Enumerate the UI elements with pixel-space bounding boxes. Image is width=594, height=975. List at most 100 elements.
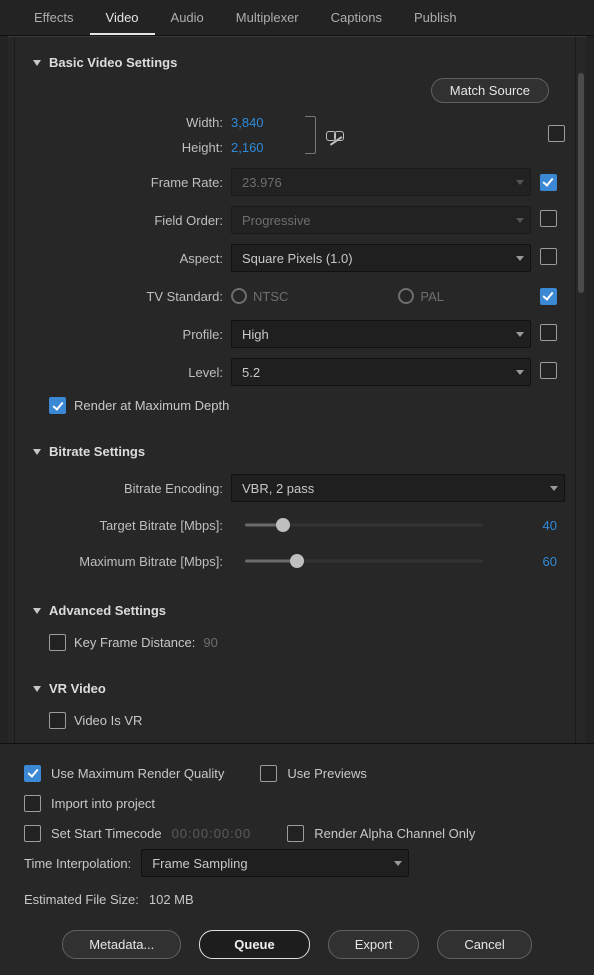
- chevron-down-icon: [33, 60, 41, 66]
- profile-label: Profile:: [33, 327, 231, 342]
- use-previews-label: Use Previews: [287, 766, 366, 781]
- frame-rate-match-checkbox[interactable]: [540, 174, 557, 191]
- tab-video[interactable]: Video: [90, 2, 155, 35]
- aspect-value: Square Pixels (1.0): [242, 251, 353, 266]
- tv-ntsc-radio[interactable]: NTSC: [231, 288, 288, 304]
- tab-multiplexer[interactable]: Multiplexer: [220, 2, 315, 35]
- section-bitrate-label: Bitrate Settings: [49, 444, 145, 459]
- chevron-down-icon: [33, 608, 41, 614]
- field-order-match-checkbox[interactable]: [540, 210, 557, 227]
- tab-audio[interactable]: Audio: [155, 2, 220, 35]
- bitrate-encoding-dropdown[interactable]: VBR, 2 pass: [231, 474, 565, 502]
- section-advanced[interactable]: Advanced Settings: [33, 589, 565, 628]
- tv-ntsc-label: NTSC: [253, 289, 288, 304]
- profile-dropdown[interactable]: High: [231, 320, 531, 348]
- bitrate-encoding-label: Bitrate Encoding:: [33, 481, 231, 496]
- level-match-checkbox[interactable]: [540, 362, 557, 379]
- time-interpolation-dropdown[interactable]: Frame Sampling: [141, 849, 409, 877]
- time-interpolation-label: Time Interpolation:: [24, 856, 131, 871]
- aspect-match-checkbox[interactable]: [540, 248, 557, 265]
- width-value[interactable]: 3,840: [231, 115, 291, 130]
- max-bitrate-slider[interactable]: [245, 551, 483, 571]
- match-source-button[interactable]: Match Source: [431, 78, 549, 103]
- use-max-render-quality-checkbox[interactable]: [24, 765, 41, 782]
- use-previews-checkbox[interactable]: [260, 765, 277, 782]
- key-frame-distance-label: Key Frame Distance:: [74, 635, 195, 650]
- estimated-file-size-label: Estimated File Size:: [24, 892, 139, 907]
- target-bitrate-value[interactable]: 40: [497, 518, 565, 533]
- chevron-down-icon: [394, 861, 402, 866]
- chevron-down-icon: [33, 449, 41, 455]
- key-frame-distance-value: 90: [203, 635, 217, 650]
- key-frame-distance-checkbox[interactable]: [49, 634, 66, 651]
- unlink-icon[interactable]: [326, 128, 344, 142]
- radio-icon: [231, 288, 247, 304]
- profile-value: High: [242, 327, 269, 342]
- start-timecode-value: 00:00:00:00: [172, 826, 252, 841]
- width-label: Width:: [33, 115, 231, 130]
- video-is-vr-checkbox[interactable]: [49, 712, 66, 729]
- level-dropdown[interactable]: 5.2: [231, 358, 531, 386]
- section-advanced-label: Advanced Settings: [49, 603, 166, 618]
- aspect-label: Aspect:: [33, 251, 231, 266]
- section-vr[interactable]: VR Video: [33, 667, 565, 706]
- chevron-down-icon: [516, 370, 524, 375]
- section-basic-video-label: Basic Video Settings: [49, 55, 177, 70]
- target-bitrate-label: Target Bitrate [Mbps]:: [33, 518, 231, 533]
- main-scrollbar[interactable]: [578, 43, 584, 737]
- tab-publish[interactable]: Publish: [398, 2, 473, 35]
- chevron-down-icon: [516, 332, 524, 337]
- render-alpha-label: Render Alpha Channel Only: [314, 826, 475, 841]
- bitrate-encoding-value: VBR, 2 pass: [242, 481, 314, 496]
- metadata-button[interactable]: Metadata...: [62, 930, 181, 959]
- height-value[interactable]: 2,160: [231, 140, 291, 155]
- tv-pal-label: PAL: [420, 289, 444, 304]
- cancel-button[interactable]: Cancel: [437, 930, 531, 959]
- import-into-project-checkbox[interactable]: [24, 795, 41, 812]
- chevron-down-icon: [516, 180, 524, 185]
- level-label: Level:: [33, 365, 231, 380]
- aspect-dropdown[interactable]: Square Pixels (1.0): [231, 244, 531, 272]
- radio-icon: [398, 288, 414, 304]
- height-label: Height:: [33, 140, 231, 155]
- estimated-file-size-value: 102 MB: [149, 892, 194, 907]
- field-order-label: Field Order:: [33, 213, 231, 228]
- target-bitrate-slider[interactable]: [245, 515, 483, 535]
- frame-rate-label: Frame Rate:: [33, 175, 231, 190]
- field-order-dropdown[interactable]: Progressive: [231, 206, 531, 234]
- dimension-bracket: [305, 116, 316, 154]
- profile-match-checkbox[interactable]: [540, 324, 557, 341]
- import-into-project-label: Import into project: [51, 796, 155, 811]
- video-is-vr-label: Video Is VR: [74, 713, 142, 728]
- tv-pal-radio[interactable]: PAL: [398, 288, 444, 304]
- render-alpha-checkbox[interactable]: [287, 825, 304, 842]
- time-interpolation-value: Frame Sampling: [152, 856, 247, 871]
- set-start-timecode-checkbox[interactable]: [24, 825, 41, 842]
- section-basic-video[interactable]: Basic Video Settings: [33, 41, 565, 80]
- dimensions-match-checkbox[interactable]: [548, 125, 565, 142]
- render-max-depth-checkbox[interactable]: [49, 397, 66, 414]
- chevron-down-icon: [516, 218, 524, 223]
- section-bitrate[interactable]: Bitrate Settings: [33, 430, 565, 469]
- queue-button[interactable]: Queue: [199, 930, 309, 959]
- tab-effects[interactable]: Effects: [18, 2, 90, 35]
- field-order-value: Progressive: [242, 213, 311, 228]
- use-max-render-quality-label: Use Maximum Render Quality: [51, 766, 224, 781]
- export-button[interactable]: Export: [328, 930, 420, 959]
- tab-captions[interactable]: Captions: [315, 2, 398, 35]
- tv-standard-match-checkbox[interactable]: [540, 288, 557, 305]
- scrollbar-thumb[interactable]: [578, 73, 584, 293]
- export-tabs: Effects Video Audio Multiplexer Captions…: [0, 0, 594, 36]
- frame-rate-value: 23.976: [242, 175, 282, 190]
- chevron-down-icon: [550, 486, 558, 491]
- frame-rate-dropdown[interactable]: 23.976: [231, 168, 531, 196]
- render-max-depth-label: Render at Maximum Depth: [74, 398, 229, 413]
- section-vr-label: VR Video: [49, 681, 106, 696]
- chevron-down-icon: [516, 256, 524, 261]
- max-bitrate-value[interactable]: 60: [497, 554, 565, 569]
- tv-standard-label: TV Standard:: [33, 289, 231, 304]
- set-start-timecode-label: Set Start Timecode: [51, 826, 162, 841]
- level-value: 5.2: [242, 365, 260, 380]
- max-bitrate-label: Maximum Bitrate [Mbps]:: [33, 554, 231, 569]
- chevron-down-icon: [33, 686, 41, 692]
